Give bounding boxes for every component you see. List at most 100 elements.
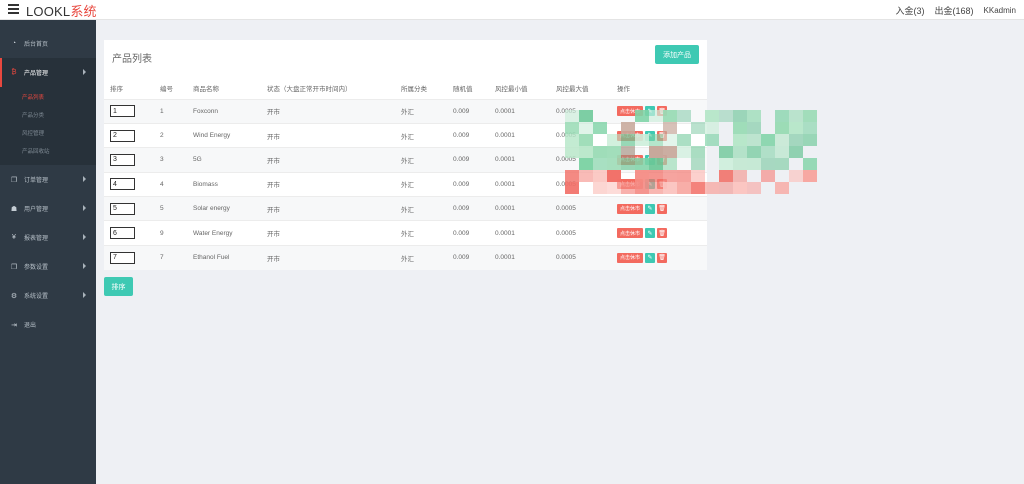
sort-order-input[interactable] (110, 252, 135, 264)
mosaic-block (775, 122, 789, 134)
mosaic-block (789, 110, 803, 122)
mosaic-block (803, 158, 817, 170)
cell-id: 7 (154, 245, 187, 269)
delete-icon[interactable]: 🗑 (657, 155, 667, 165)
cell-id: 5 (154, 197, 187, 221)
chevron-right-icon (83, 292, 86, 298)
top-right-links: 入金(3) 出金(168) KKadmin (896, 0, 1016, 20)
mosaic-block (719, 170, 733, 182)
row-actions: 点击休市 ✎ 🗑 (617, 204, 707, 214)
row-actions: 点击休市 ✎ 🗑 (617, 179, 707, 189)
sort-order-input[interactable] (110, 227, 135, 239)
mosaic-block (733, 158, 747, 170)
gears-icon: ⚙ (10, 292, 18, 299)
sidebar-item-users[interactable]: ☗ 用户管理 (0, 194, 96, 223)
col-header-status: 状态（大盘正常开市时间内） (261, 77, 395, 99)
withdraw-link[interactable]: 出金(168) (935, 4, 974, 17)
delete-icon[interactable]: 🗑 (657, 253, 667, 263)
cell-risk-max: 0.0005 (550, 123, 611, 147)
cell-risk-max: 0.0005 (550, 148, 611, 172)
add-product-button[interactable]: 添加产品 (655, 45, 699, 64)
cell-id: 3 (154, 148, 187, 172)
close-market-button[interactable]: 点击休市 (617, 204, 643, 214)
logo-main: LOOKL (26, 4, 70, 19)
products-submenu: 产品列表 产品分类 风控管理 产品回收站 (0, 87, 96, 165)
submenu-item-product-list[interactable]: 产品列表 (0, 89, 96, 107)
sort-order-input[interactable] (110, 154, 135, 166)
row-actions: 点击休市 ✎ 🗑 (617, 131, 707, 141)
sidebar-item-label: 系统设置 (24, 291, 48, 300)
cell-risk-max: 0.0005 (550, 172, 611, 196)
sidebar-item-products[interactable]: ₿ 产品管理 (0, 58, 96, 87)
cell-id: 2 (154, 123, 187, 147)
sidebar-item-reports[interactable]: ¥ 报表管理 (0, 223, 96, 252)
cell-name: Water Energy (187, 221, 261, 245)
delete-icon[interactable]: 🗑 (657, 228, 667, 238)
cell-name: Solar energy (187, 197, 261, 221)
mosaic-block (789, 170, 803, 182)
chevron-right-icon (83, 69, 86, 75)
cell-risk-min: 0.0001 (489, 221, 550, 245)
sidebar-item-logout[interactable]: ⇥ 退出 (0, 310, 96, 339)
copy-icon: ❐ (10, 263, 18, 270)
edit-icon[interactable]: ✎ (645, 155, 655, 165)
mosaic-block (719, 158, 733, 170)
table-row: 9 Water Energy 开市 外汇 0.009 0.0001 0.0005… (104, 221, 707, 245)
menu-toggle-icon[interactable] (8, 4, 19, 14)
cell-id: 1 (154, 99, 187, 123)
user-menu[interactable]: KKadmin (984, 6, 1016, 15)
copy-icon: ❐ (10, 176, 18, 183)
chevron-right-icon (83, 205, 86, 211)
mosaic-block (719, 110, 733, 122)
row-actions: 点击休市 ✎ 🗑 (617, 228, 707, 238)
submenu-item-risk-control[interactable]: 风控管理 (0, 125, 96, 143)
edit-icon[interactable]: ✎ (645, 253, 655, 263)
sort-order-input[interactable] (110, 130, 135, 142)
cell-risk-min: 0.0001 (489, 99, 550, 123)
mosaic-block (705, 122, 719, 134)
edit-icon[interactable]: ✎ (645, 179, 655, 189)
edit-icon[interactable]: ✎ (645, 228, 655, 238)
cell-random: 0.009 (447, 221, 489, 245)
app-logo: LOOKL系统 (26, 1, 97, 20)
sort-order-input[interactable] (110, 105, 135, 117)
product-list-panel: 产品列表 添加产品 排序 编号 商品名称 状态（大盘正常开市时间内） 所属分类 … (104, 40, 707, 267)
mosaic-block (747, 122, 761, 134)
sidebar-item-params[interactable]: ❐ 参数设置 (0, 252, 96, 281)
mosaic-block (761, 158, 775, 170)
delete-icon[interactable]: 🗑 (657, 106, 667, 116)
sort-submit-button[interactable]: 排序 (104, 277, 133, 296)
deposit-link[interactable]: 入金(3) (896, 4, 925, 17)
cell-random: 0.009 (447, 148, 489, 172)
submenu-item-recycle-bin[interactable]: 产品回收站 (0, 143, 96, 161)
col-header-risk-min: 风控最小值 (489, 77, 550, 99)
col-header-actions: 操作 (611, 77, 707, 99)
close-market-button[interactable]: 点击休市 (617, 106, 643, 116)
submenu-item-product-category[interactable]: 产品分类 (0, 107, 96, 125)
cell-risk-max: 0.0005 (550, 221, 611, 245)
logo-accent: 系统 (70, 4, 96, 19)
close-market-button[interactable]: 点击休市 (617, 155, 643, 165)
edit-icon[interactable]: ✎ (645, 131, 655, 141)
cell-risk-min: 0.0001 (489, 148, 550, 172)
close-market-button[interactable]: 点击休市 (617, 179, 643, 189)
delete-icon[interactable]: 🗑 (657, 131, 667, 141)
delete-icon[interactable]: 🗑 (657, 179, 667, 189)
edit-icon[interactable]: ✎ (645, 106, 655, 116)
edit-icon[interactable]: ✎ (645, 204, 655, 214)
mosaic-block (761, 146, 775, 158)
close-market-button[interactable]: 点击休市 (617, 228, 643, 238)
close-market-button[interactable]: 点击休市 (617, 131, 643, 141)
sidebar-item-dashboard[interactable]: ◔ 后台首页 (0, 29, 96, 58)
cell-random: 0.009 (447, 123, 489, 147)
sidebar-item-orders[interactable]: ❐ 订单管理 (0, 165, 96, 194)
mosaic-block (733, 170, 747, 182)
close-market-button[interactable]: 点击休市 (617, 253, 643, 263)
sort-order-input[interactable] (110, 203, 135, 215)
mosaic-block (705, 110, 719, 122)
sign-out-icon: ⇥ (10, 321, 18, 328)
sort-order-input[interactable] (110, 178, 135, 190)
delete-icon[interactable]: 🗑 (657, 204, 667, 214)
sidebar-item-system[interactable]: ⚙ 系统设置 (0, 281, 96, 310)
col-header-sort: 排序 (104, 77, 154, 99)
